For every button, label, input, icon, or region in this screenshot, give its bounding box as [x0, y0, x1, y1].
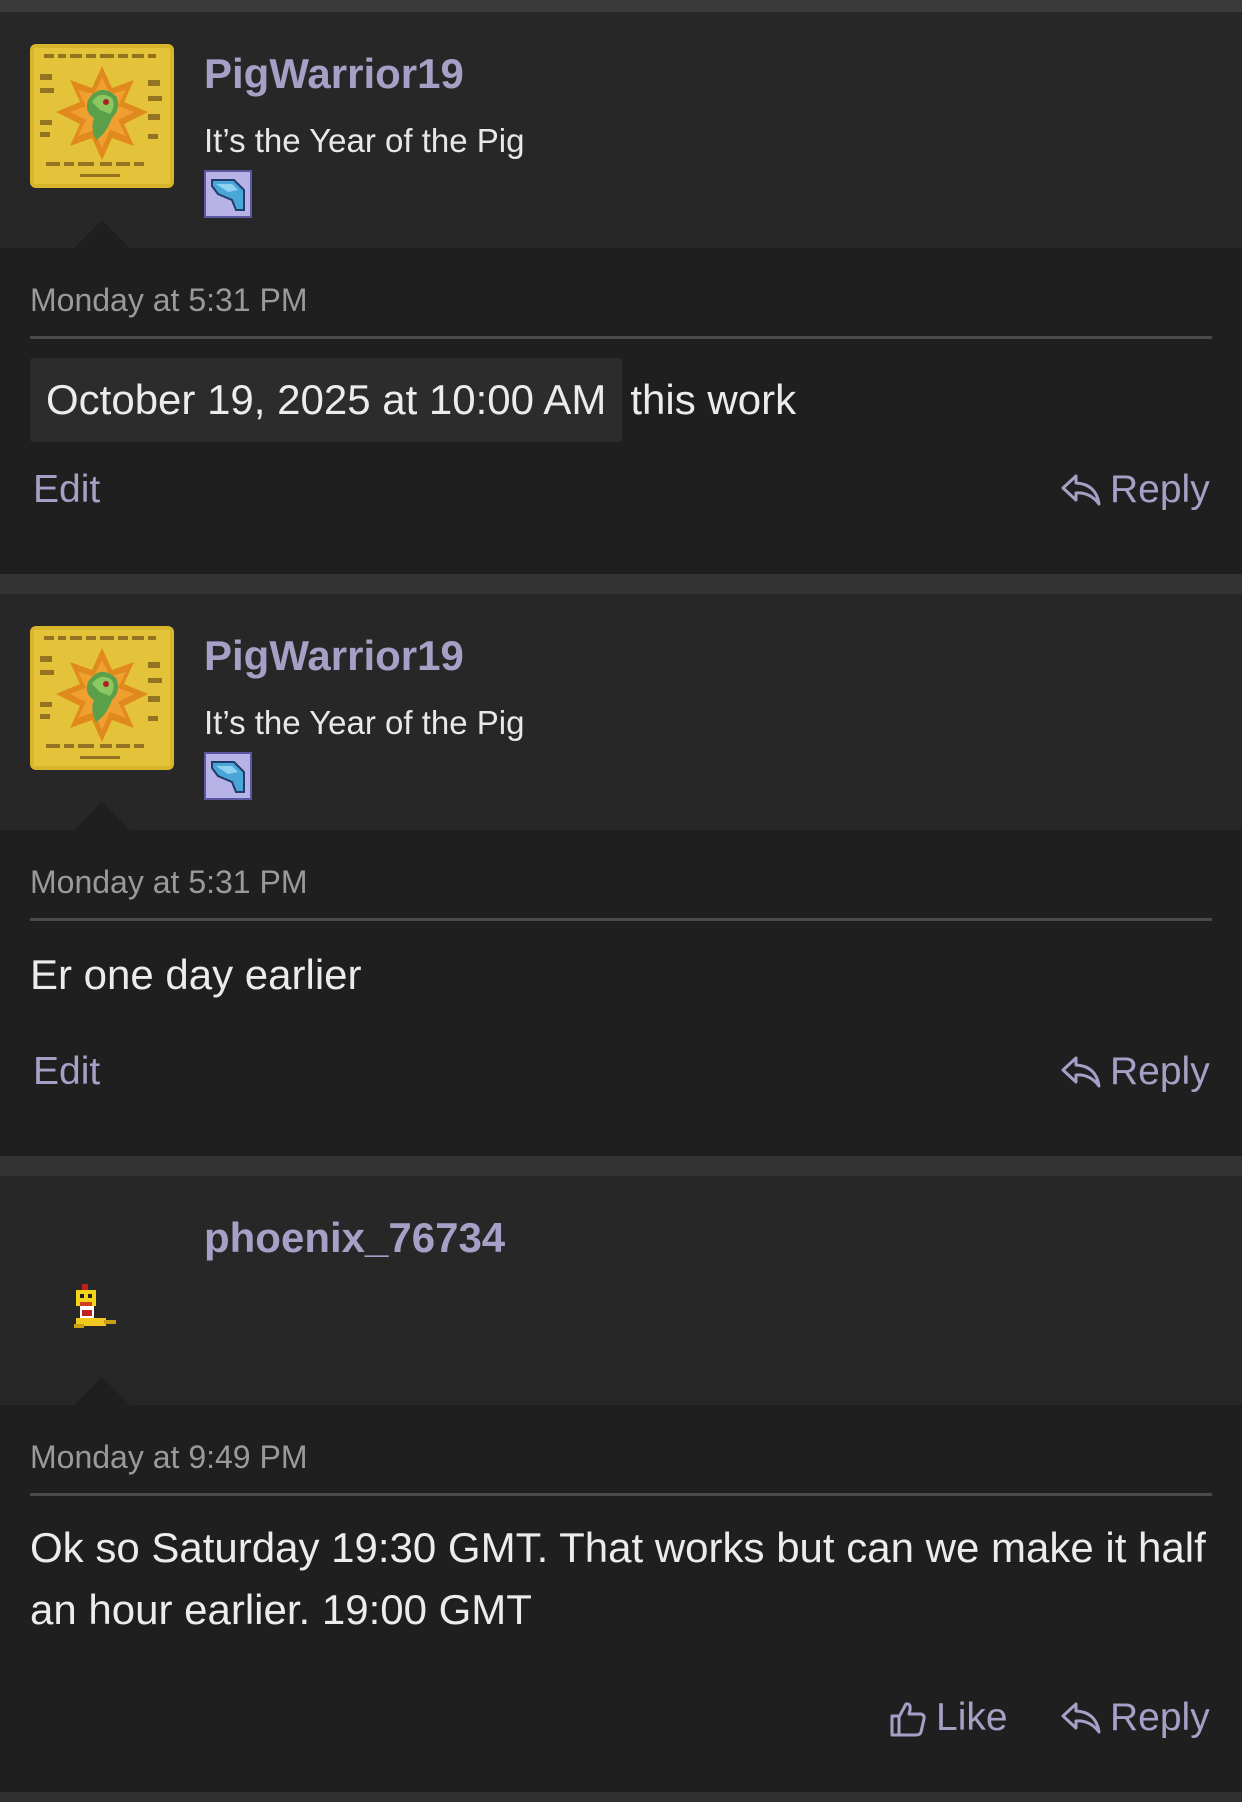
date-chip[interactable]: October 19, 2025 at 10:00 AM: [30, 358, 623, 442]
divider: [30, 918, 1212, 921]
pixel-badge-icon: [204, 752, 252, 800]
edit-label: Edit: [33, 1050, 101, 1093]
reply-icon: [1061, 1056, 1101, 1088]
reply-label: Reply: [1110, 1696, 1210, 1739]
like-button[interactable]: Like: [888, 1696, 1008, 1740]
edit-button[interactable]: Edit: [33, 1050, 100, 1094]
reply-button[interactable]: Reply: [1060, 468, 1210, 512]
post-2: PigWarrior19 It’s the Year of the Pig Mo…: [0, 594, 1242, 1156]
post-separator: [0, 574, 1242, 594]
post-body: Monday at 5:31 PM October 19, 2025 at 10…: [0, 248, 1242, 574]
pixel-character-avatar-icon[interactable]: [30, 1208, 174, 1352]
username[interactable]: PigWarrior19: [204, 50, 464, 98]
header-pointer: [74, 220, 130, 248]
edit-label: Edit: [33, 468, 101, 511]
post-text: Er one day earlier: [30, 951, 362, 998]
card-avatar-icon[interactable]: [30, 626, 174, 770]
post-timestamp[interactable]: Monday at 5:31 PM: [30, 282, 307, 319]
user-title: It’s the Year of the Pig: [204, 704, 525, 741]
username[interactable]: phoenix_76734: [204, 1214, 505, 1262]
post-1: PigWarrior19 It’s the Year of the Pig Mo…: [0, 12, 1242, 574]
header-pointer: [74, 802, 130, 830]
header-pointer: [74, 1377, 130, 1405]
edit-button[interactable]: Edit: [33, 468, 100, 512]
reply-icon: [1061, 1702, 1101, 1734]
post-text: this work: [630, 376, 797, 423]
like-label: Like: [936, 1696, 1008, 1739]
reply-label: Reply: [1110, 468, 1210, 511]
card-avatar-icon[interactable]: [30, 44, 174, 188]
user-title: It’s the Year of the Pig: [204, 122, 525, 159]
post-content: Er one day earlier: [30, 944, 1212, 1006]
post-content: Ok so Saturday 19:30 GMT. That works but…: [30, 1517, 1212, 1641]
post-timestamp[interactable]: Monday at 5:31 PM: [30, 864, 307, 901]
post-header: PigWarrior19 It’s the Year of the Pig: [0, 594, 1242, 830]
divider: [30, 336, 1212, 339]
post-header: PigWarrior19 It’s the Year of the Pig: [0, 12, 1242, 248]
divider: [30, 1493, 1212, 1496]
post-timestamp[interactable]: Monday at 9:49 PM: [30, 1439, 307, 1476]
post-body: Monday at 9:49 PM Ok so Saturday 19:30 G…: [0, 1405, 1242, 1792]
post-text: Ok so Saturday 19:30 GMT. That works but…: [30, 1524, 1206, 1633]
reply-button[interactable]: Reply: [1060, 1050, 1210, 1094]
post-content: October 19, 2025 at 10:00 AM this work: [30, 358, 1212, 442]
reply-icon: [1061, 474, 1101, 506]
top-strip: [0, 0, 1242, 12]
thumbs-up-icon: [890, 1702, 926, 1737]
post-3: phoenix_76734 Monday at 9:49 PM Ok so Sa…: [0, 1176, 1242, 1792]
username[interactable]: PigWarrior19: [204, 632, 464, 680]
post-body: Monday at 5:31 PM Er one day earlier Edi…: [0, 830, 1242, 1156]
post-separator: [0, 1156, 1242, 1176]
reply-label: Reply: [1110, 1050, 1210, 1093]
reply-button[interactable]: Reply: [1060, 1696, 1210, 1740]
post-header: phoenix_76734: [0, 1176, 1242, 1405]
pixel-badge-icon: [204, 170, 252, 218]
